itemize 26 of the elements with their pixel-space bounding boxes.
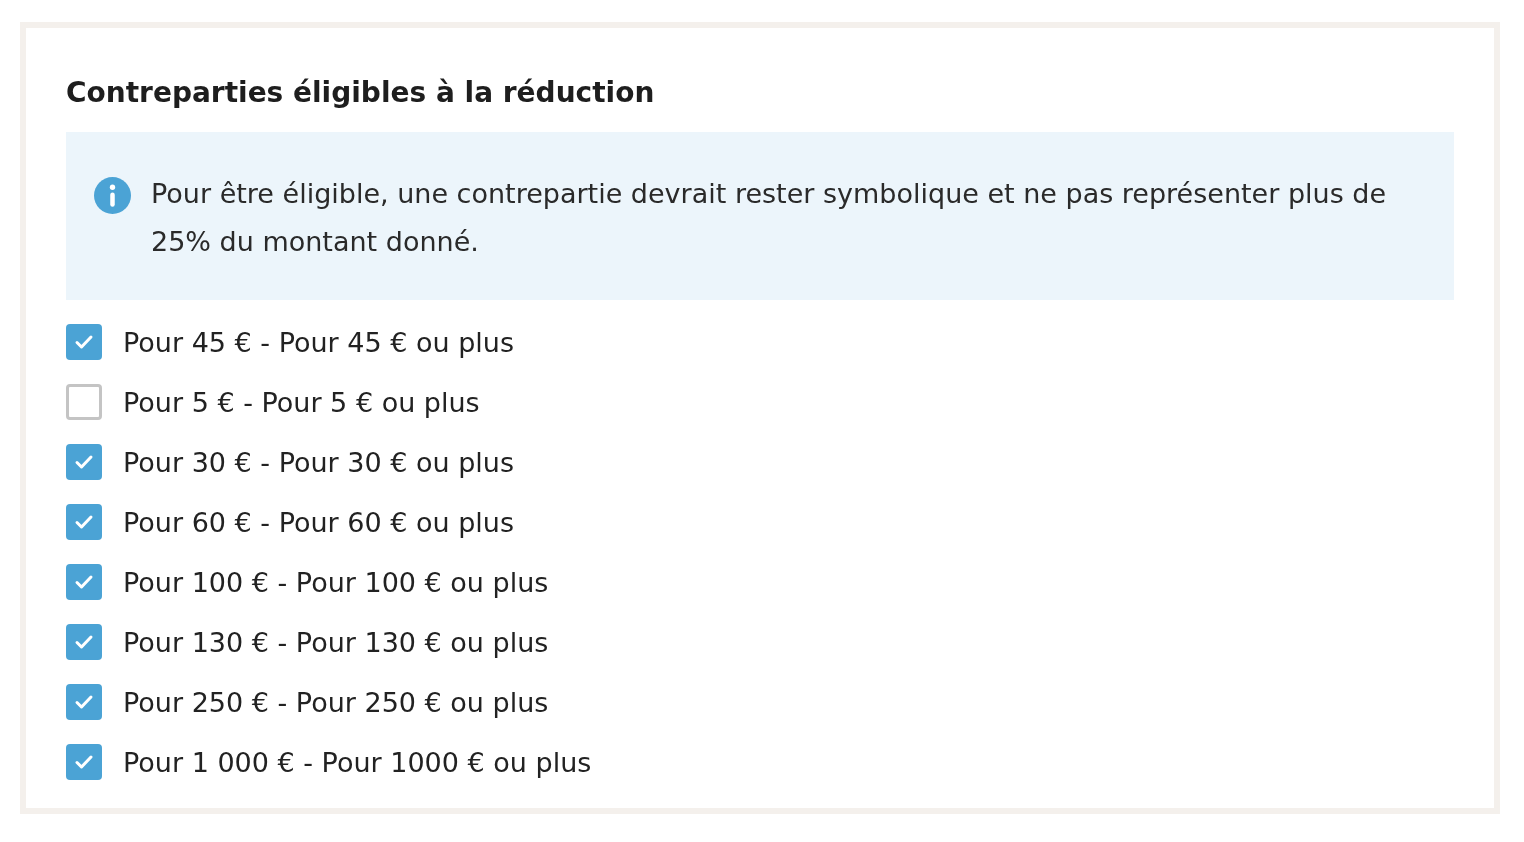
checkbox-label[interactable]: Pour 45 € - Pour 45 € ou plus [123,326,515,358]
checkbox-label[interactable]: Pour 250 € - Pour 250 € ou plus [123,686,549,718]
checkbox-label[interactable]: Pour 60 € - Pour 60 € ou plus [123,506,515,538]
check-icon [74,334,94,350]
checkbox-label[interactable]: Pour 1 000 € - Pour 1000 € ou plus [123,746,592,778]
info-text: Pour être éligible, une contrepartie devrait rester symbolique et ne pas représenter plus de 25% du montant donné. [151,177,1388,259]
check-icon [74,754,94,770]
checkbox[interactable] [66,444,102,480]
checkbox[interactable] [66,324,102,360]
check-icon [74,694,94,710]
checkbox[interactable] [66,684,102,720]
checkbox[interactable] [66,624,102,660]
check-icon [74,454,94,470]
checkbox[interactable] [66,744,102,780]
checkbox[interactable] [66,384,102,420]
checkbox[interactable] [66,564,102,600]
checkbox-label[interactable]: Pour 100 € - Pour 100 € ou plus [123,566,549,598]
checkbox-label[interactable]: Pour 5 € - Pour 5 € ou plus [123,386,480,418]
check-icon [74,634,94,650]
checkbox-label[interactable]: Pour 130 € - Pour 130 € ou plus [123,626,549,658]
check-icon [74,574,94,590]
checkbox-label[interactable]: Pour 30 € - Pour 30 € ou plus [123,446,515,478]
info-icon [94,177,131,214]
section-title: Contreparties éligibles à la réduction [66,76,656,110]
check-icon [74,514,94,530]
checkbox[interactable] [66,504,102,540]
